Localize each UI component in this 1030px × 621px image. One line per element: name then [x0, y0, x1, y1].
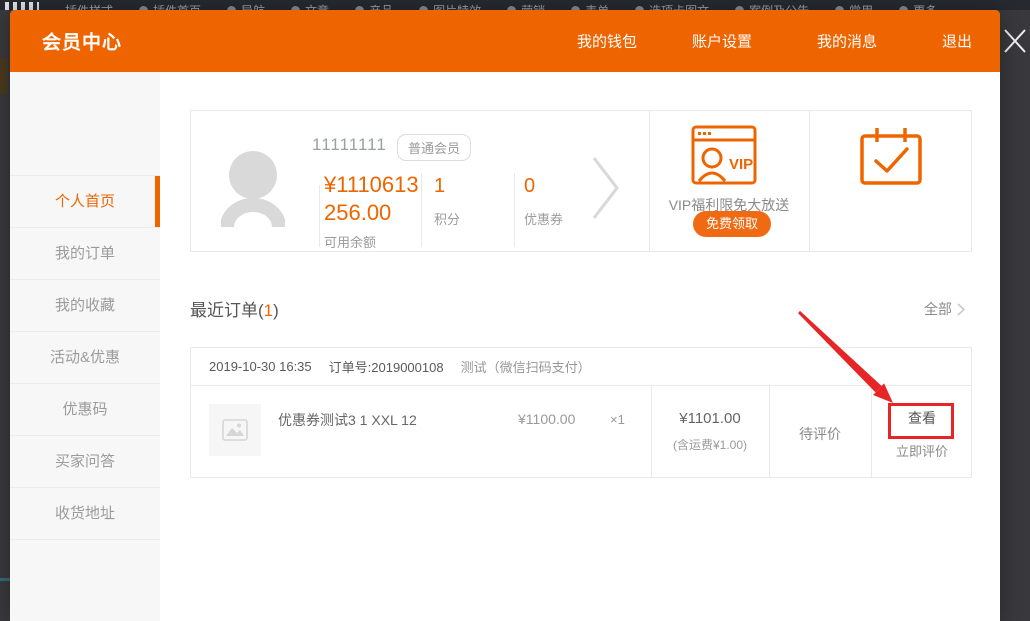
order-datetime: 2019-10-30 16:35 [209, 359, 312, 374]
background-right-strip [1000, 10, 1030, 621]
balance-label: 可用余额 [324, 232, 419, 251]
nav-my-messages[interactable]: 我的消息 [817, 31, 877, 52]
divider [871, 386, 872, 477]
points-label: 积分 [434, 209, 460, 228]
order-number: 订单号:2019000108 [329, 357, 444, 376]
background-logo [5, 2, 39, 10]
chevron-right-icon[interactable] [591, 155, 621, 221]
background-nav-item: 常用 [835, 2, 873, 10]
recent-orders-heading: 最近订单(1) [190, 296, 279, 321]
background-nav-item: 表单 [571, 2, 609, 10]
shipping-note: (含运费¥1.00) [651, 436, 769, 453]
review-now-button[interactable]: 立即评价 [871, 441, 973, 460]
background-nav-item: 图片特效 [419, 2, 481, 10]
divider [319, 185, 320, 247]
divider [651, 386, 652, 477]
balance-value-line2: 256.00 [324, 199, 419, 227]
order-item-row: 优惠券测试3 1 XXL 12 ¥1100.00 ×1 ¥1101.00 (含运… [191, 386, 971, 477]
nav-my-wallet[interactable]: 我的钱包 [577, 31, 637, 52]
background-nav-item: 更多 [899, 2, 937, 10]
view-order-button[interactable]: 查看 [871, 408, 973, 428]
nav-account-settings[interactable]: 账户设置 [692, 31, 752, 52]
divider [514, 173, 515, 247]
sidebar: 个人首页 我的订单 我的收藏 活动&优惠 优惠码 买家问答 收货地址 [10, 72, 160, 621]
coupons-label: 优惠券 [524, 209, 563, 228]
background-left-strip [0, 10, 10, 621]
background-fragment [0, 58, 7, 94]
order-payment-note: 测试（微信扫码支付） [461, 357, 591, 376]
profile-card: 11111111 普通会员 ¥1110613 256.00 可用余额 1 积分 … [190, 110, 972, 252]
chevron-right-icon [957, 303, 965, 316]
view-all-link[interactable]: 全部 [924, 299, 965, 319]
close-icon[interactable] [1003, 26, 1027, 56]
background-page-topbar: 插件样式 插件首页 导航 文章 产品 图片特效 营销 表单 选项卡图文 案例及公… [0, 0, 1030, 10]
coupons-value: 0 [524, 175, 563, 198]
background-fragment [0, 578, 10, 581]
quantity: ×1 [610, 412, 625, 427]
member-level-badge: 普通会员 [397, 134, 471, 161]
sidebar-item-shipping-address[interactable]: 收货地址 [10, 488, 160, 540]
balance-block[interactable]: ¥1110613 256.00 可用余额 [324, 171, 419, 251]
order-total: ¥1101.00 [651, 410, 769, 427]
sidebar-item-personal-home[interactable]: 个人首页 [10, 176, 160, 228]
order-count: 1 [264, 301, 273, 320]
divider [809, 111, 810, 251]
background-nav-item: 案例及公告 [735, 2, 809, 10]
calendar-check-icon[interactable] [859, 125, 923, 187]
divider [649, 111, 650, 251]
claim-free-button[interactable]: 免费领取 [693, 211, 771, 237]
modal-header: 会员中心 我的钱包 账户设置 我的消息 退出 [10, 10, 1000, 72]
page-title: 会员中心 [42, 28, 122, 55]
unit-price: ¥1100.00 [518, 411, 575, 427]
product-name[interactable]: 优惠券测试3 1 XXL 12 [278, 410, 417, 430]
background-brand: 插件样式 [65, 2, 113, 10]
background-nav-item: 产品 [355, 2, 393, 10]
sidebar-item-activities[interactable]: 活动&优惠 [10, 332, 160, 384]
coupons-block[interactable]: 0 优惠券 [524, 175, 563, 228]
picture-icon [222, 419, 248, 441]
sidebar-item-my-favorites[interactable]: 我的收藏 [10, 280, 160, 332]
vip-icon-label: VIP [729, 156, 753, 173]
member-center-modal: 会员中心 我的钱包 账户设置 我的消息 退出 个人首页 我的订单 我的收藏 活动… [10, 10, 1000, 621]
username: 11111111 [312, 135, 387, 155]
order-card: 2019-10-30 16:35 订单号:2019000108 测试（微信扫码支… [190, 347, 972, 478]
points-value: 1 [434, 175, 460, 198]
balance-value-line1: ¥1110613 [324, 171, 419, 199]
background-nav-item: 文章 [291, 2, 329, 10]
sidebar-item-buyer-qa[interactable]: 买家问答 [10, 436, 160, 488]
background-nav-item: 选项卡图文 [635, 2, 709, 10]
vip-browser-icon: VIP [691, 125, 757, 187]
sidebar-item-coupon-code[interactable]: 优惠码 [10, 384, 160, 436]
main-content: 11111111 普通会员 ¥1110613 256.00 可用余额 1 积分 … [160, 72, 1000, 621]
product-image-placeholder[interactable] [209, 404, 261, 456]
background-nav-item: 导航 [227, 2, 265, 10]
nav-logout[interactable]: 退出 [942, 31, 972, 52]
avatar-icon [221, 149, 285, 229]
order-header-row: 2019-10-30 16:35 订单号:2019000108 测试（微信扫码支… [191, 348, 971, 386]
background-nav-item: 营销 [507, 2, 545, 10]
sidebar-item-my-orders[interactable]: 我的订单 [10, 228, 160, 280]
order-status: 待评价 [769, 424, 871, 444]
background-nav-item: 插件首页 [139, 2, 201, 10]
divider [421, 173, 422, 247]
view-all-label: 全部 [924, 299, 952, 319]
points-block[interactable]: 1 积分 [434, 175, 460, 228]
